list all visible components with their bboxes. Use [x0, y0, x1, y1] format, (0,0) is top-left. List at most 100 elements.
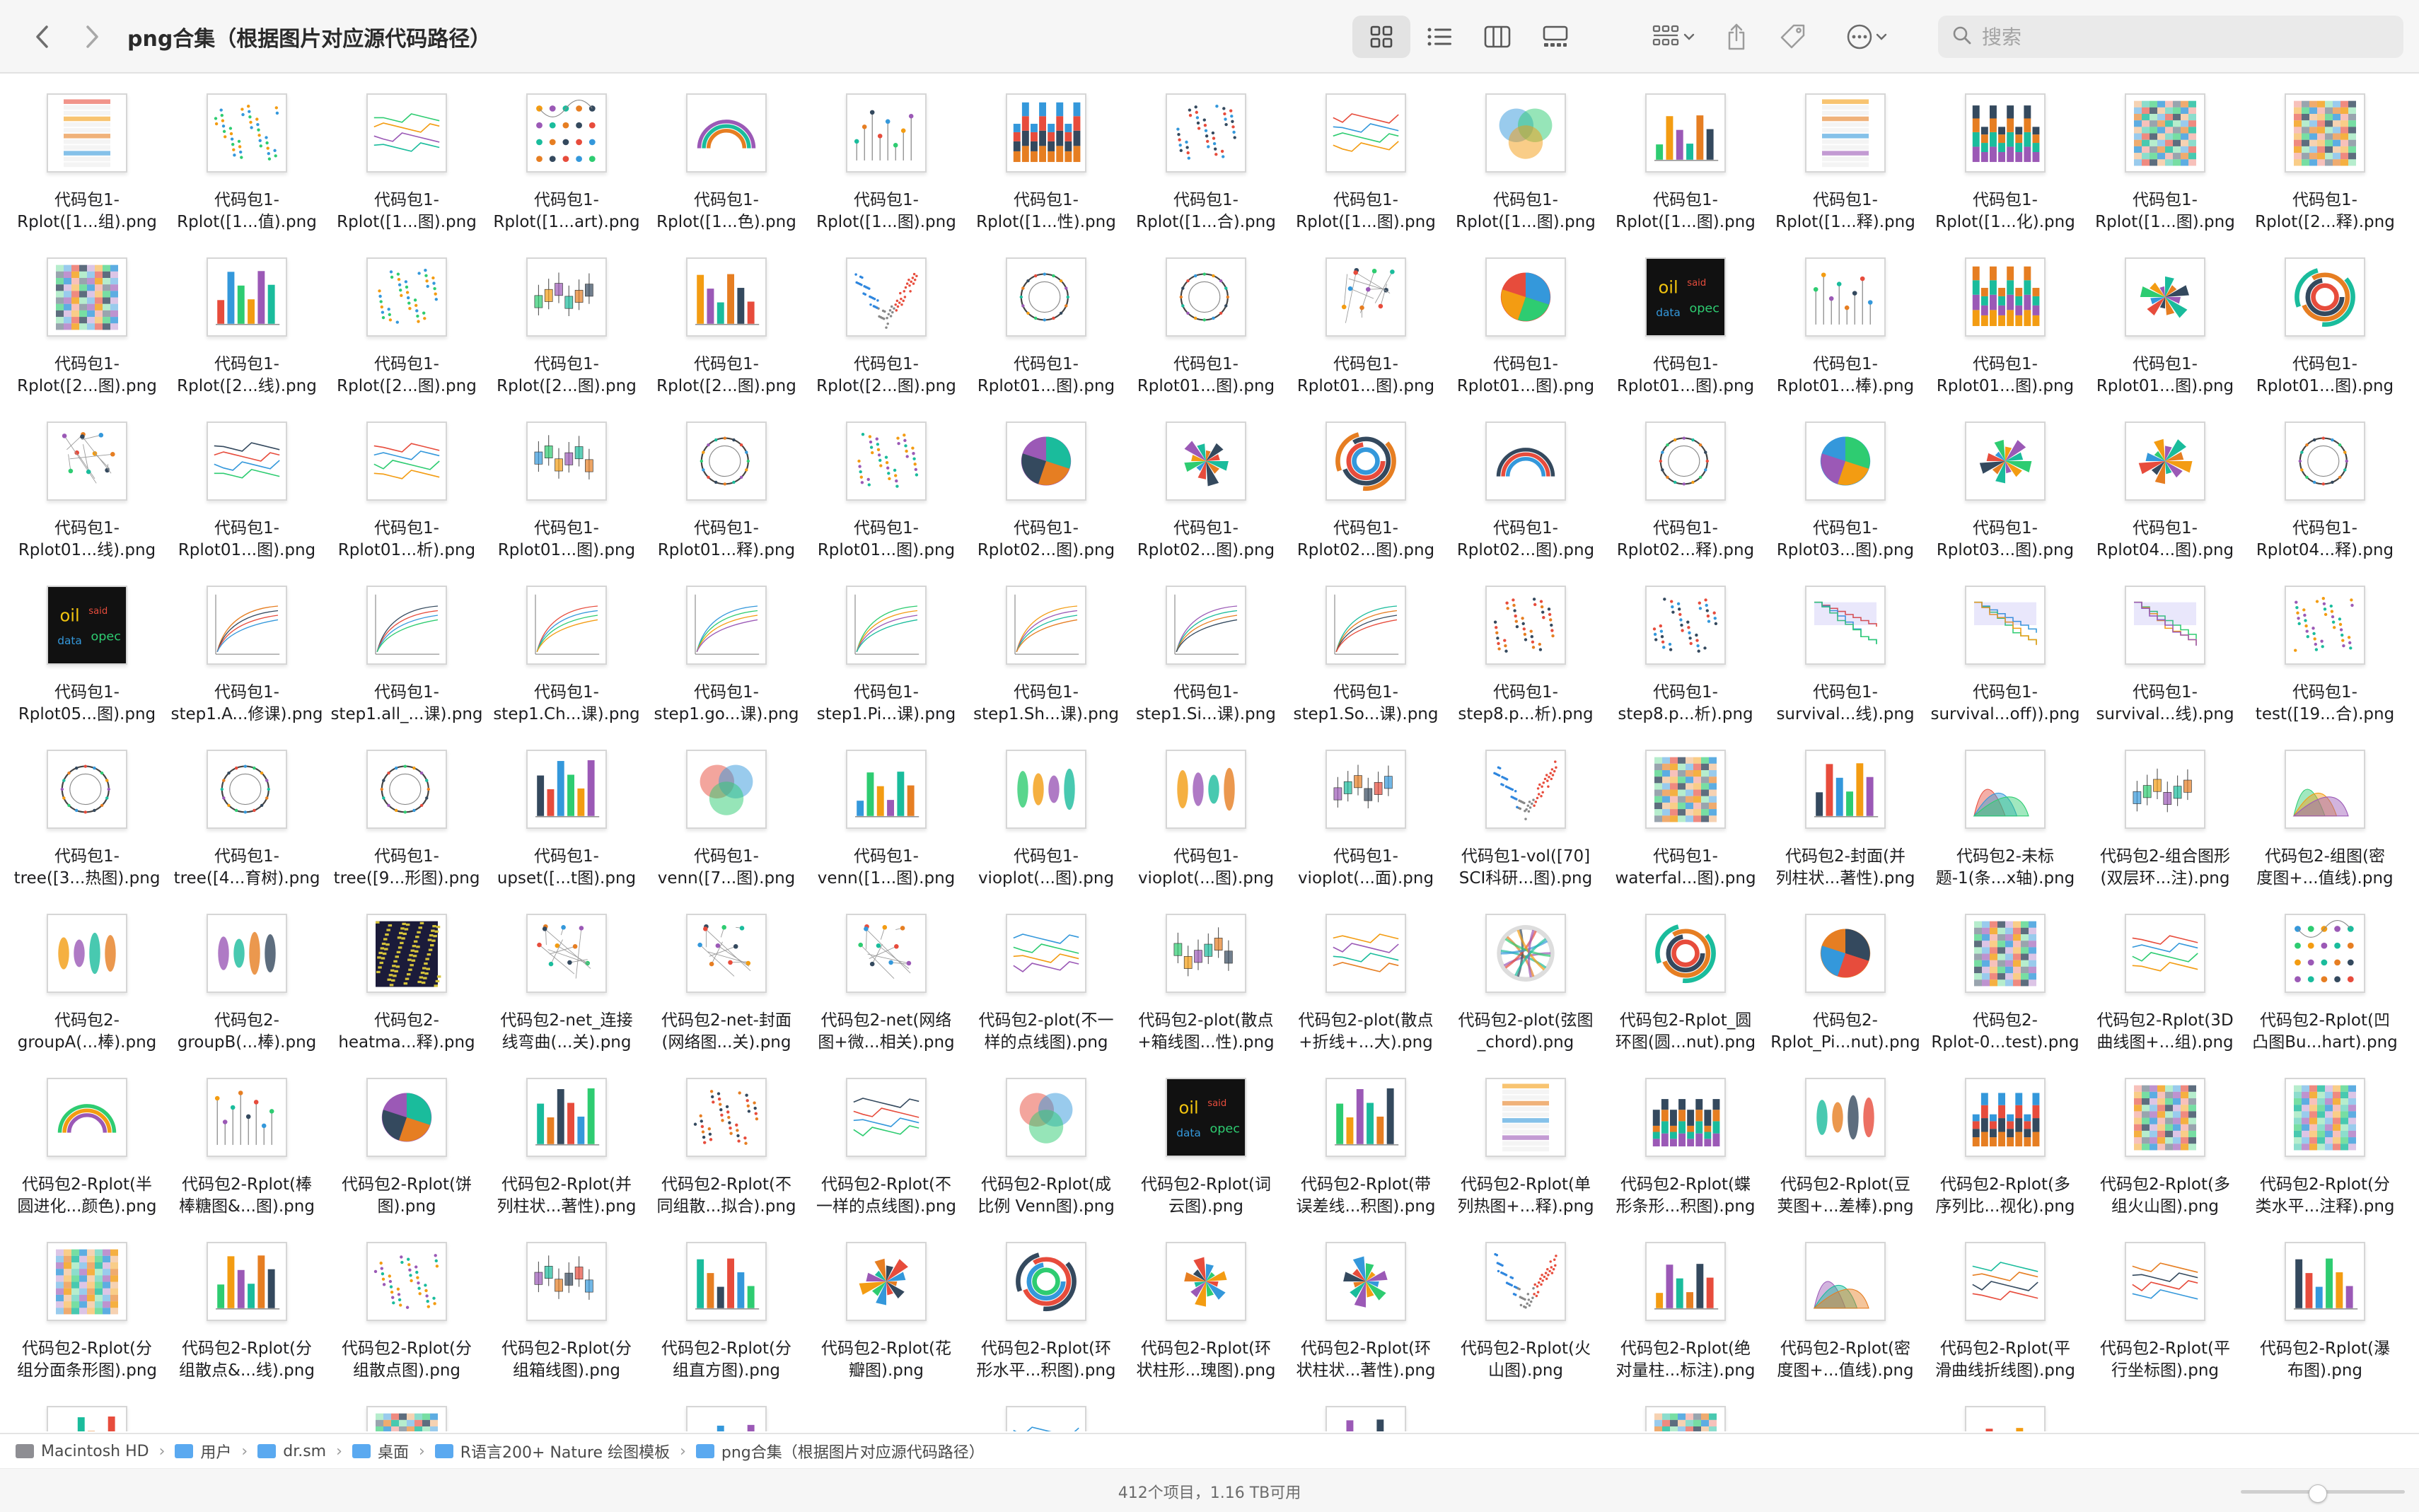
file-item[interactable]: 代码包1- waterfal...图).png: [1606, 730, 1765, 894]
file-item[interactable]: 代码包1- Rplot02...图).png: [966, 402, 1126, 566]
file-item[interactable]: 代码包1- Rplot01...析).png: [327, 402, 487, 566]
file-item[interactable]: 代码包1- Rplot([1...色).png: [646, 74, 806, 238]
file-item[interactable]: 代码包1- Rplot([1...合).png: [1126, 74, 1286, 238]
file-item[interactable]: 代码包2-Rplot(蝶 形条形...积图).png: [1606, 1058, 1765, 1222]
file-item[interactable]: 代码包1- Rplot01...图).png: [806, 402, 966, 566]
file-item[interactable]: 代码包2-Rplot(分 组分面条形图).png: [7, 1222, 167, 1386]
file-item[interactable]: 代码包2-Rplot(绝 对量柱...标注).png: [1606, 1222, 1765, 1386]
file-item[interactable]: 代码包2- groupB(...棒).png: [167, 894, 327, 1058]
file-item[interactable]: 代码包2-未标 题-1(条...x轴).png: [1925, 730, 2085, 894]
search-input[interactable]: [1982, 25, 2378, 49]
file-item[interactable]: 代码包1- step1.Sh...课).png: [966, 566, 1126, 730]
file-item[interactable]: 代码包2-Rplot(平 行坐标图).png: [2085, 1222, 2245, 1386]
file-item[interactable]: 代码包1- tree([3...热图).png: [7, 730, 167, 894]
file-item[interactable]: oil said data opec 代码包1- Rplot05...图).png: [7, 566, 167, 730]
file-item[interactable]: 代码包1- survival...off)).png: [1925, 566, 2085, 730]
path-item-desktop[interactable]: 桌面: [352, 1440, 409, 1462]
file-item[interactable]: 代码包2-Rplot(分 组直方图).png: [646, 1222, 806, 1386]
file-item[interactable]: 代码包1- venn([7...图).png: [646, 730, 806, 894]
file-item[interactable]: 代码包1- Rplot04...图).png: [2085, 402, 2245, 566]
file-item[interactable]: 代码包1- step8.p...析).png: [1446, 566, 1606, 730]
file-item[interactable]: 代码包1- tree([4...育树).png: [167, 730, 327, 894]
file-item[interactable]: 代码包1- step1.A...修课).png: [167, 566, 327, 730]
file-item[interactable]: 代码包1- Rplot02...图).png: [1446, 402, 1606, 566]
file-item[interactable]: 代码包1- Rplot([1...化).png: [1925, 74, 2085, 238]
file-item[interactable]: 代码包1- step8.p...析).png: [1606, 566, 1765, 730]
file-item[interactable]: 代码包1- Rplot([1...图).png: [806, 74, 966, 238]
file-item[interactable]: 代码包1- Rplot([2...释).png: [2245, 74, 2405, 238]
file-item[interactable]: 代码包2-Rplot(饼 图).png: [327, 1058, 487, 1222]
file-item[interactable]: 代码包1- venn([1...图).png: [806, 730, 966, 894]
file-item[interactable]: 代码包1- Rplot([1...图).png: [1286, 74, 1446, 238]
file-item[interactable]: 代码包2-组合图形 (双层环...注).png: [2085, 730, 2245, 894]
file-item[interactable]: 代码包2-Rplot(单 列热图+...释).png: [1446, 1058, 1606, 1222]
file-item[interactable]: 代码包1- Rplot02...图).png: [1126, 402, 1286, 566]
path-item-users[interactable]: 用户: [175, 1440, 231, 1462]
file-item[interactable]: [1606, 1386, 1765, 1431]
file-item[interactable]: 代码包1- test([19...合).png: [2245, 566, 2405, 730]
file-item[interactable]: 代码包1- Rplot([1...值).png: [167, 74, 327, 238]
file-item[interactable]: 代码包1- Rplot01...图).png: [1446, 238, 1606, 402]
file-item[interactable]: 代码包2-Rplot(半 圆进化...颜色).png: [7, 1058, 167, 1222]
file-item[interactable]: 代码包1- Rplot([2...图).png: [7, 238, 167, 402]
file-item[interactable]: 代码包1- Rplot01...棒).png: [1765, 238, 1925, 402]
file-item[interactable]: 代码包2- Rplot_Pi...nut).png: [1765, 894, 1925, 1058]
file-item[interactable]: 代码包1- Rplot([1...组).png: [7, 74, 167, 238]
file-item[interactable]: 代码包2-plot(不一 样的点线图).png: [966, 894, 1126, 1058]
column-view-icon[interactable]: [1468, 16, 1526, 58]
chevron-right-icon[interactable]: [72, 17, 112, 57]
grid-view-icon[interactable]: [1352, 16, 1410, 58]
file-item[interactable]: 代码包2- groupA(...棒).png: [7, 894, 167, 1058]
file-item[interactable]: 代码包2-Rplot(不 同组散...拟合).png: [646, 1058, 806, 1222]
file-item[interactable]: 代码包1-vol([70] SCI科研...图).png: [1446, 730, 1606, 894]
path-item-disk[interactable]: Macintosh HD: [16, 1443, 149, 1460]
file-item[interactable]: 代码包2-Rplot(分 组散点&...线).png: [167, 1222, 327, 1386]
file-item[interactable]: 代码包2-Rplot(分 组散点图).png: [327, 1222, 487, 1386]
file-item[interactable]: 代码包1- Rplot01...图).png: [1286, 238, 1446, 402]
file-item[interactable]: 代码包2-Rplot(豆 荚图+...差棒).png: [1765, 1058, 1925, 1222]
file-item[interactable]: 代码包1- vioplot(...面).png: [1286, 730, 1446, 894]
file-item[interactable]: 代码包1- Rplot01...图).png: [1126, 238, 1286, 402]
file-item[interactable]: 代码包1- Rplot([1...图).png: [2085, 74, 2245, 238]
file-item[interactable]: 代码包1- Rplot([1...性).png: [966, 74, 1126, 238]
group-icon[interactable]: [1638, 16, 1709, 58]
file-item[interactable]: 代码包1- Rplot([1...图).png: [1446, 74, 1606, 238]
file-item[interactable]: 代码包1- Rplot01...图).png: [487, 402, 646, 566]
file-item[interactable]: 代码包2-Rplot(带 误差线...积图).png: [1286, 1058, 1446, 1222]
file-item[interactable]: 代码包2-Rplot(3D 曲线图+...组).png: [2085, 894, 2245, 1058]
file-item[interactable]: 代码包2-封面(并 列柱状...著性).png: [1765, 730, 1925, 894]
file-item[interactable]: 代码包1- Rplot01...图).png: [167, 402, 327, 566]
file-item[interactable]: 代码包2-Rplot(不 一样的点线图).png: [806, 1058, 966, 1222]
file-item[interactable]: 代码包1- Rplot([2...图).png: [806, 238, 966, 402]
path-item-home[interactable]: dr.sm: [257, 1443, 326, 1460]
path-item-current[interactable]: png合集（根据图片对应源代码路径）: [695, 1440, 985, 1462]
file-item[interactable]: 代码包2-Rplot(多 组火山图).png: [2085, 1058, 2245, 1222]
file-item[interactable]: 代码包1- survival...线).png: [1765, 566, 1925, 730]
file-item[interactable]: 代码包2-Rplot(花 瓣图).png: [806, 1222, 966, 1386]
file-item[interactable]: [966, 1386, 1126, 1431]
path-item-template-folder[interactable]: R语言200+ Nature 绘图模板: [434, 1440, 670, 1462]
file-item[interactable]: [646, 1386, 806, 1431]
file-item[interactable]: 代码包1- Rplot01...图).png: [2245, 238, 2405, 402]
slider-knob[interactable]: [2309, 1484, 2327, 1503]
more-icon[interactable]: [1828, 16, 1905, 58]
file-item[interactable]: 代码包2-Rplot(密 度图+...值线).png: [1765, 1222, 1925, 1386]
file-item[interactable]: 代码包2-Rplot(环 形水平...积图).png: [966, 1222, 1126, 1386]
file-item[interactable]: 代码包2- heatma...释).png: [327, 894, 487, 1058]
file-item[interactable]: 代码包1- tree([9...形图).png: [327, 730, 487, 894]
file-item[interactable]: 代码包2-Rplot(火 山图).png: [1446, 1222, 1606, 1386]
list-view-icon[interactable]: [1410, 16, 1468, 58]
file-item[interactable]: 代码包1- Rplot01...图).png: [1925, 238, 2085, 402]
file-item[interactable]: [1286, 1386, 1446, 1431]
file-item[interactable]: 代码包1- survival...线).png: [2085, 566, 2245, 730]
chevron-left-icon[interactable]: [23, 17, 62, 57]
file-item[interactable]: 代码包2-plot(散点 +箱线图...性).png: [1126, 894, 1286, 1058]
file-item[interactable]: 代码包2-Rplot(环 状柱状...著性).png: [1286, 1222, 1446, 1386]
file-item[interactable]: 代码包1- Rplot03...图).png: [1925, 402, 2085, 566]
file-item[interactable]: 代码包2-Rplot(多 序列比...视化).png: [1925, 1058, 2085, 1222]
file-item[interactable]: 代码包2-net_连接 线弯曲(...关).png: [487, 894, 646, 1058]
file-item[interactable]: 代码包1- Rplot([1...图).png: [327, 74, 487, 238]
file-item[interactable]: 代码包2-组图(密 度图+...值线).png: [2245, 730, 2405, 894]
file-item[interactable]: 代码包1- Rplot01...线).png: [7, 402, 167, 566]
tag-icon[interactable]: [1768, 16, 1818, 58]
